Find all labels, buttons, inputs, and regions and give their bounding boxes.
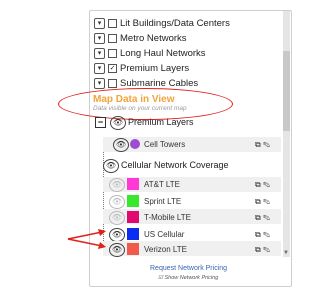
carrier-swatch <box>127 195 139 207</box>
show-pricing-label: Show Network Pricing <box>164 275 219 281</box>
scroll-down-icon[interactable]: ▼ <box>283 250 289 256</box>
chevron-down-icon[interactable]: ▾ <box>94 77 105 89</box>
carrier-label: Verizon LTE <box>144 245 187 254</box>
carrier-label: T-Mobile LTE <box>144 213 191 222</box>
layer-label: Metro Networks <box>120 32 187 44</box>
carrier-swatch <box>127 211 139 223</box>
chevron-down-icon[interactable]: ▾ <box>94 62 105 74</box>
highlight-ellipse <box>58 88 233 120</box>
layer-label: Premium Layers <box>120 62 190 74</box>
row-actions[interactable]: ⧉ ✎ <box>255 230 275 240</box>
coverage-header: Cellular Network Coverage <box>121 160 229 170</box>
layer-row-long-haul[interactable]: ▾ Long Haul Networks <box>94 46 206 60</box>
carrier-swatch <box>127 243 139 255</box>
carrier-label: US Cellular <box>144 230 185 239</box>
row-actions[interactable]: ⧉ ✎ <box>255 245 275 255</box>
annotation-arrows <box>67 229 106 249</box>
carrier-label: Sprint LTE <box>144 197 182 206</box>
chevron-down-icon[interactable]: ▾ <box>94 47 105 59</box>
checkbox[interactable] <box>108 18 117 28</box>
carrier-swatch <box>127 228 139 240</box>
eye-icon[interactable]: 👁 <box>109 178 125 192</box>
carrier-swatch <box>127 178 139 190</box>
layer-label: Lit Buildings/Data Centers <box>120 17 230 29</box>
show-pricing-toggle[interactable]: ☑ Show Network Pricing <box>158 275 218 281</box>
cell-tower-swatch <box>130 139 140 149</box>
carrier-label: AT&T LTE <box>144 180 181 189</box>
checkbox-checked[interactable]: ✓ <box>108 63 117 73</box>
chevron-down-icon[interactable]: ▾ <box>94 32 105 44</box>
row-actions[interactable]: ⧉ ✎ <box>255 197 275 207</box>
row-actions[interactable]: ⧉ ✎ <box>255 140 275 150</box>
layer-label: Long Haul Networks <box>120 47 206 59</box>
scroll-thumb[interactable] <box>283 51 290 131</box>
collapse-icon[interactable]: − <box>95 117 106 128</box>
layer-row-lit-buildings[interactable]: ▾ Lit Buildings/Data Centers <box>94 16 230 30</box>
eye-icon[interactable]: 👁 <box>110 116 126 130</box>
row-actions[interactable]: ⧉ ✎ <box>255 213 275 223</box>
cell-towers-label: Cell Towers <box>144 140 186 149</box>
checkbox[interactable] <box>108 48 117 58</box>
chevron-down-icon[interactable]: ▾ <box>94 17 105 29</box>
layer-row-premium[interactable]: ▾ ✓ Premium Layers <box>94 61 189 75</box>
row-actions[interactable]: ⧉ ✎ <box>255 180 275 190</box>
scrollbar[interactable] <box>283 11 290 257</box>
layer-row-metro-networks[interactable]: ▾ Metro Networks <box>94 31 187 45</box>
request-pricing-link[interactable]: Request Network Pricing <box>150 265 227 272</box>
checkbox[interactable] <box>108 33 117 43</box>
premium-layers-header: Premium Layers <box>128 117 194 127</box>
eye-icon[interactable]: 👁 <box>109 195 125 209</box>
eye-icon[interactable]: 👁 <box>109 211 125 225</box>
layer-label: Submarine Cables <box>120 77 199 89</box>
eye-icon[interactable]: 👁 <box>113 138 129 152</box>
checkbox[interactable] <box>108 78 117 88</box>
eye-icon[interactable]: 👁 <box>103 159 119 173</box>
